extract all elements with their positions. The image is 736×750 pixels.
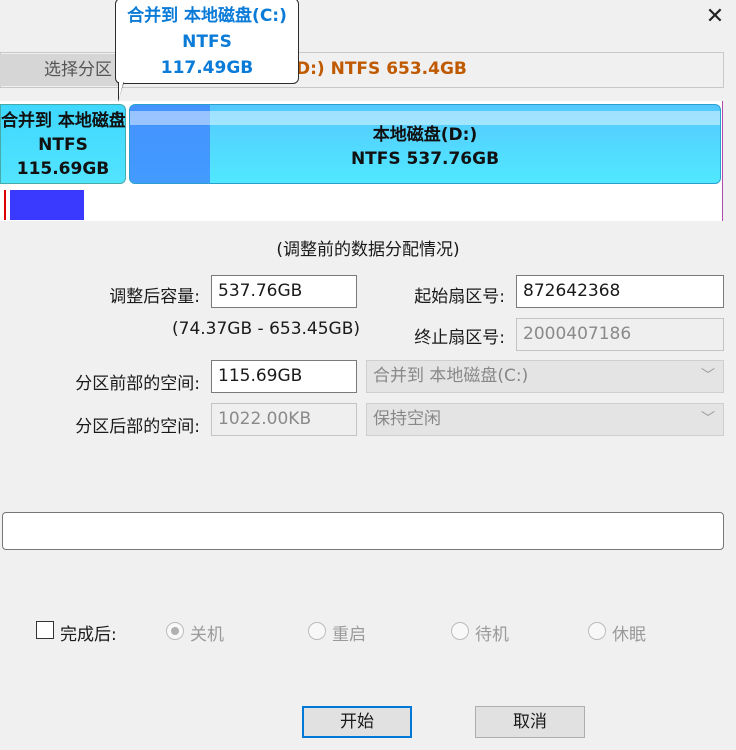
radio-shutdown[interactable] xyxy=(166,622,184,640)
close-icon: ✕ xyxy=(705,4,725,29)
start-sector-label: 起始扇区号: xyxy=(414,287,505,307)
data-usage-bar xyxy=(10,190,84,220)
radio-standby[interactable] xyxy=(451,622,469,640)
tooltip-fs: NTFS xyxy=(182,32,232,52)
partition-c-fs: NTFS xyxy=(38,135,88,155)
position-marker xyxy=(4,190,6,220)
partition-tooltip: 合并到 本地磁盘(C:) NTFS 117.49GB xyxy=(115,0,299,84)
size-label: 调整后容量: xyxy=(109,287,200,307)
front-space-input[interactable]: 115.69GB xyxy=(211,360,357,393)
back-space-select-value: 保持空闲 xyxy=(373,409,441,429)
partition-c-size: 115.69GB xyxy=(16,159,110,179)
start-sector-input[interactable]: 872642368 xyxy=(516,275,724,308)
partition-d-fs-size: NTFS 537.76GB xyxy=(350,149,500,169)
select-partition-label: 选择分区 xyxy=(44,60,112,80)
partition-d-block[interactable]: 本地磁盘(D:) NTFS 537.76GB xyxy=(129,104,721,184)
chevron-down-icon: ﹀ xyxy=(701,411,715,427)
tooltip-tail-fill xyxy=(119,80,129,99)
tooltip-size: 117.49GB xyxy=(160,58,254,78)
radio-standby-label: 待机 xyxy=(475,625,509,645)
front-space-select: 合并到 本地磁盘(C:) ﹀ xyxy=(366,360,724,393)
back-space-label: 分区后部的空间: xyxy=(75,417,200,437)
radio-restart[interactable] xyxy=(308,622,326,640)
progress-bar xyxy=(2,512,724,550)
end-sector-label: 终止扇区号: xyxy=(414,328,505,348)
back-space-input: 1022.00KB xyxy=(211,403,357,436)
start-button[interactable]: 开始 xyxy=(302,706,412,738)
front-space-label: 分区前部的空间: xyxy=(75,374,200,394)
front-space-select-value: 合并到 本地磁盘(C:) xyxy=(373,366,529,386)
partition-c-block[interactable]: 合并到 本地磁盘(C:) NTFS 115.69GB xyxy=(0,104,126,184)
select-partition-button[interactable]: 选择分区 xyxy=(0,54,124,86)
close-button[interactable]: ✕ xyxy=(703,6,727,30)
tooltip-name: 合并到 本地磁盘(C:) xyxy=(127,6,287,26)
radio-shutdown-label: 关机 xyxy=(190,625,224,645)
radio-hibernate-label: 休眠 xyxy=(612,625,646,645)
end-sector-input: 2000407186 xyxy=(516,318,724,351)
cancel-button[interactable]: 取消 xyxy=(475,706,585,738)
selected-partition-info: D:) NTFS 653.4GB xyxy=(296,59,467,79)
partition-c-name: 合并到 本地磁盘(C:) xyxy=(1,111,126,131)
after-complete-label: 完成后: xyxy=(60,625,117,645)
after-complete-checkbox[interactable] xyxy=(36,621,54,639)
radio-restart-label: 重启 xyxy=(332,625,366,645)
radio-hibernate[interactable] xyxy=(588,622,606,640)
size-input[interactable]: 537.76GB xyxy=(211,275,357,308)
size-range-text: (74.37GB - 653.45GB) xyxy=(172,319,361,339)
disk-map-caption: (调整前的数据分配情况) xyxy=(276,240,460,260)
back-space-select: 保持空闲 ﹀ xyxy=(366,403,724,436)
partition-d-name: 本地磁盘(D:) xyxy=(372,125,478,145)
chevron-down-icon: ﹀ xyxy=(701,368,715,384)
